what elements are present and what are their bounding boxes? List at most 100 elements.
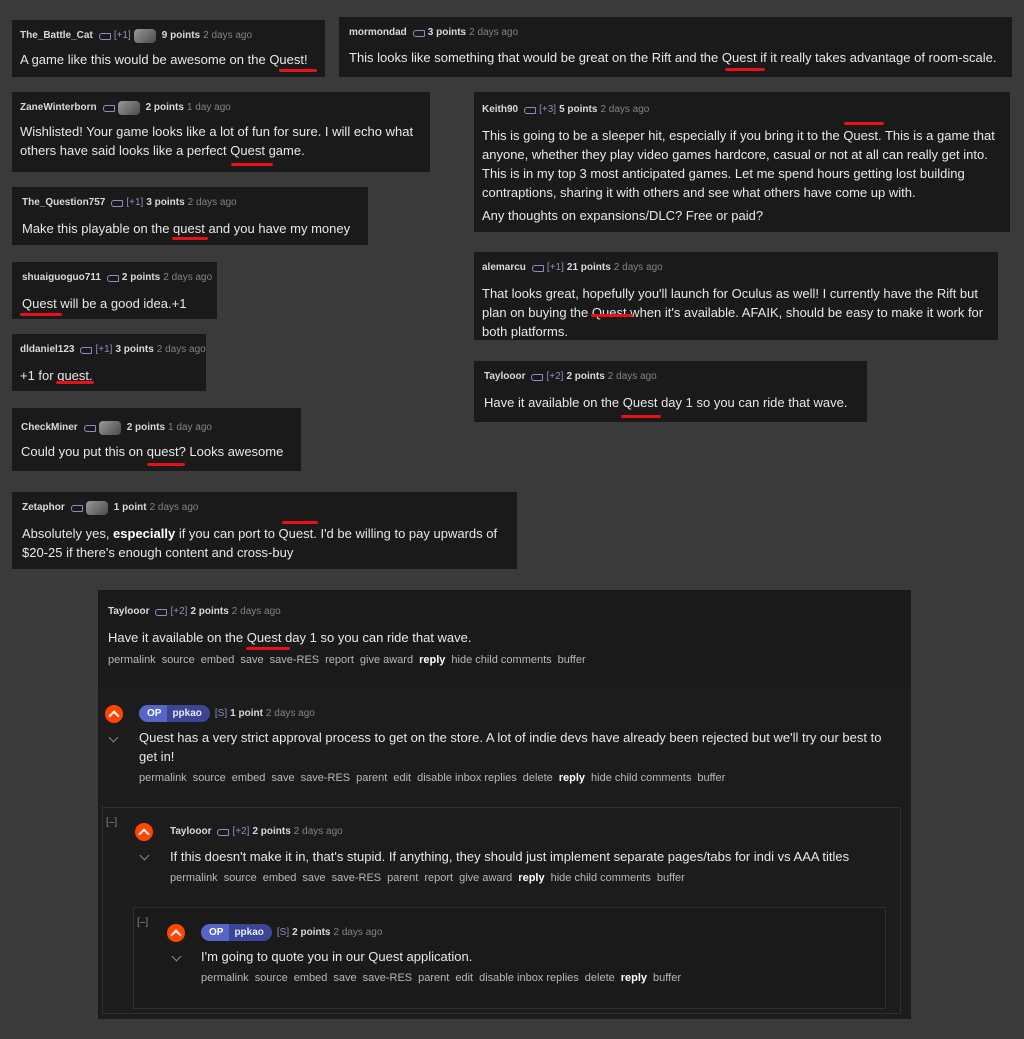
points: 3 points bbox=[115, 344, 154, 355]
action-save[interactable]: save bbox=[333, 970, 356, 986]
action-reply[interactable]: reply bbox=[518, 870, 544, 886]
body-text: day 1 so you can ride that wave. bbox=[657, 395, 848, 410]
comment-author[interactable]: ppkao bbox=[167, 705, 210, 722]
upvote-icon[interactable] bbox=[167, 924, 185, 942]
flair: [+3] bbox=[539, 104, 557, 115]
tag-icon bbox=[531, 264, 544, 272]
comment-author[interactable]: ppkao bbox=[229, 924, 272, 941]
comment-author[interactable]: Taylooor bbox=[484, 369, 525, 385]
action-delete[interactable]: delete bbox=[523, 770, 553, 786]
comment-card: alemarcu [+1] 21 points 2 days ago That … bbox=[474, 252, 998, 340]
points: 9 points bbox=[161, 30, 201, 41]
action-save-res[interactable]: save-RES bbox=[270, 652, 320, 668]
comment-author[interactable]: Taylooor bbox=[170, 824, 211, 840]
comment-meta: Taylooor [+2] 2 points 2 days ago bbox=[108, 604, 592, 620]
downvote-icon[interactable] bbox=[108, 736, 120, 744]
action-hide-child-comments[interactable]: hide child comments bbox=[551, 870, 651, 886]
action-report[interactable]: report bbox=[325, 652, 354, 668]
tag-icon bbox=[102, 104, 115, 112]
collapse-toggle[interactable]: [–] bbox=[137, 917, 148, 928]
comment-card: dldaniel123 [+1] 3 points 2 days ago +1 … bbox=[12, 334, 206, 391]
comment-author[interactable]: The_Battle_Cat bbox=[20, 28, 93, 44]
avatar-icon bbox=[117, 101, 140, 115]
action-source[interactable]: source bbox=[224, 870, 257, 886]
action-save-res[interactable]: save-RES bbox=[363, 970, 413, 986]
comment-meta: shuaiguoguo711 2 points 2 days ago bbox=[22, 270, 217, 286]
comment-meta: dldaniel123 [+1] 3 points 2 days ago bbox=[20, 342, 206, 358]
comment-body: Absolutely yes, especially if you can po… bbox=[22, 524, 517, 562]
action-delete[interactable]: delete bbox=[585, 970, 615, 986]
action-source[interactable]: source bbox=[162, 652, 195, 668]
action-embed[interactable]: embed bbox=[201, 652, 235, 668]
action-save[interactable]: save bbox=[302, 870, 325, 886]
action-permalink[interactable]: permalink bbox=[170, 870, 218, 886]
action-buffer[interactable]: buffer bbox=[558, 652, 586, 668]
comment-author[interactable]: dldaniel123 bbox=[20, 342, 74, 358]
action-give-award[interactable]: give award bbox=[360, 652, 413, 668]
action-edit[interactable]: edit bbox=[455, 970, 473, 986]
comment-meta: OP ppkao [S] 1 point 2 days ago bbox=[139, 704, 881, 723]
highlighted-word: Quest bbox=[230, 143, 265, 158]
action-save-res[interactable]: save-RES bbox=[301, 770, 351, 786]
action-hide-child-comments[interactable]: hide child comments bbox=[591, 770, 691, 786]
downvote-icon[interactable] bbox=[139, 854, 151, 862]
comment-author[interactable]: shuaiguoguo711 bbox=[22, 270, 101, 286]
collapse-toggle[interactable]: [–] bbox=[106, 817, 117, 828]
highlighted-word: Quest bbox=[22, 296, 57, 311]
action-disable-inbox-replies[interactable]: disable inbox replies bbox=[417, 770, 517, 786]
body-text: A game like this would be awesome on the bbox=[20, 52, 270, 67]
timestamp: 1 day ago bbox=[186, 102, 231, 113]
action-embed[interactable]: embed bbox=[294, 970, 328, 986]
comment-author[interactable]: ZaneWinterborn bbox=[20, 100, 97, 116]
comment-author[interactable]: alemarcu bbox=[482, 260, 526, 276]
op-reply: OP ppkao [S] 2 points 2 days ago I'm goin… bbox=[201, 923, 687, 986]
action-save-res[interactable]: save-RES bbox=[332, 870, 382, 886]
upvote-icon[interactable] bbox=[105, 705, 123, 723]
action-reply[interactable]: reply bbox=[559, 770, 585, 786]
comment-author[interactable]: The_Question757 bbox=[22, 195, 105, 211]
body-text: Wishlisted! Your game looks like a lot o… bbox=[20, 124, 414, 139]
action-parent[interactable]: parent bbox=[356, 770, 387, 786]
action-save[interactable]: save bbox=[271, 770, 294, 786]
points: 2 points bbox=[121, 272, 161, 283]
comment-author[interactable]: Zetaphor bbox=[22, 500, 65, 516]
action-report[interactable]: report bbox=[424, 870, 453, 886]
comment-author[interactable]: Keith90 bbox=[482, 102, 518, 118]
action-save[interactable]: save bbox=[240, 652, 263, 668]
action-permalink[interactable]: permalink bbox=[108, 652, 156, 668]
tag-icon bbox=[70, 504, 83, 512]
action-permalink[interactable]: permalink bbox=[139, 770, 187, 786]
emphasis-text: especially bbox=[113, 526, 176, 541]
upvote-icon[interactable] bbox=[135, 823, 153, 841]
comment-author[interactable]: CheckMiner bbox=[21, 420, 78, 436]
action-embed[interactable]: embed bbox=[263, 870, 297, 886]
action-buffer[interactable]: buffer bbox=[653, 970, 681, 986]
body-text: . This is a game that bbox=[878, 128, 995, 143]
comment-card: Keith90 [+3] 5 points 2 days ago This is… bbox=[474, 92, 1010, 232]
avatar-icon bbox=[98, 421, 121, 435]
action-source[interactable]: source bbox=[193, 770, 226, 786]
action-hide-child-comments[interactable]: hide child comments bbox=[451, 652, 551, 668]
action-disable-inbox-replies[interactable]: disable inbox replies bbox=[479, 970, 579, 986]
action-source[interactable]: source bbox=[255, 970, 288, 986]
comment-author[interactable]: Taylooor bbox=[108, 604, 149, 620]
action-permalink[interactable]: permalink bbox=[201, 970, 249, 986]
action-reply[interactable]: reply bbox=[621, 970, 647, 986]
action-embed[interactable]: embed bbox=[232, 770, 266, 786]
action-buffer[interactable]: buffer bbox=[657, 870, 685, 886]
downvote-icon[interactable] bbox=[171, 955, 183, 963]
tag-icon bbox=[83, 424, 96, 432]
action-parent[interactable]: parent bbox=[418, 970, 449, 986]
action-reply[interactable]: reply bbox=[419, 652, 445, 668]
underline-mark bbox=[20, 313, 62, 316]
tag-icon bbox=[155, 608, 168, 616]
action-bar: permalink source embed save save-RES parent re… bbox=[170, 870, 849, 886]
body-text: when it's available. AFAIK, should be ea… bbox=[626, 305, 984, 320]
action-buffer[interactable]: buffer bbox=[697, 770, 725, 786]
points: 1 point bbox=[230, 707, 263, 719]
action-give-award[interactable]: give award bbox=[459, 870, 512, 886]
timestamp: 1 day ago bbox=[168, 422, 212, 433]
action-edit[interactable]: edit bbox=[393, 770, 411, 786]
comment-author[interactable]: mormondad bbox=[349, 25, 407, 41]
action-parent[interactable]: parent bbox=[387, 870, 418, 886]
